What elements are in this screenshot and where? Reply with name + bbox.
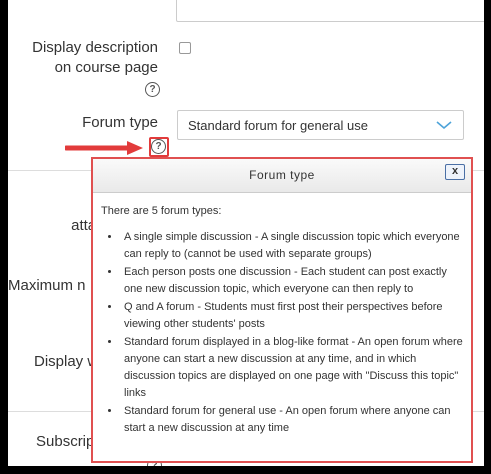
red-arrow-icon <box>65 141 143 155</box>
list-item: Standard forum for general use - An open… <box>121 403 463 437</box>
forum-type-label: Forum type <box>82 114 158 131</box>
forum-type-list: A single simple discussion - A single di… <box>101 229 463 437</box>
close-button[interactable]: x <box>445 164 465 180</box>
list-item: A single simple discussion - A single di… <box>121 229 463 263</box>
forum-type-select[interactable]: Standard forum for general use <box>177 110 464 140</box>
list-item: Standard forum displayed in a blog-like … <box>121 334 463 402</box>
dialog-header[interactable]: Forum type x <box>93 159 471 193</box>
help-icon[interactable]: ? <box>145 82 160 97</box>
forum-type-value: Standard forum for general use <box>188 118 368 133</box>
dialog-intro: There are 5 forum types: <box>101 205 222 217</box>
list-item: Q and A forum - Students must first post… <box>121 299 463 333</box>
display-description-checkbox[interactable] <box>179 42 191 54</box>
dialog-title: Forum type <box>249 168 315 182</box>
dialog-body: There are 5 forum types: A single simple… <box>101 203 463 438</box>
display-description-label: Display description on course page <box>32 39 158 76</box>
chevron-down-icon <box>436 121 452 130</box>
list-item: Each person posts one discussion - Each … <box>121 264 463 298</box>
forum-type-help-dialog: Forum type x There are 5 forum types: A … <box>91 157 473 463</box>
forum-type-help-icon[interactable]: ? <box>151 139 166 154</box>
top-input-field[interactable] <box>176 0 484 22</box>
